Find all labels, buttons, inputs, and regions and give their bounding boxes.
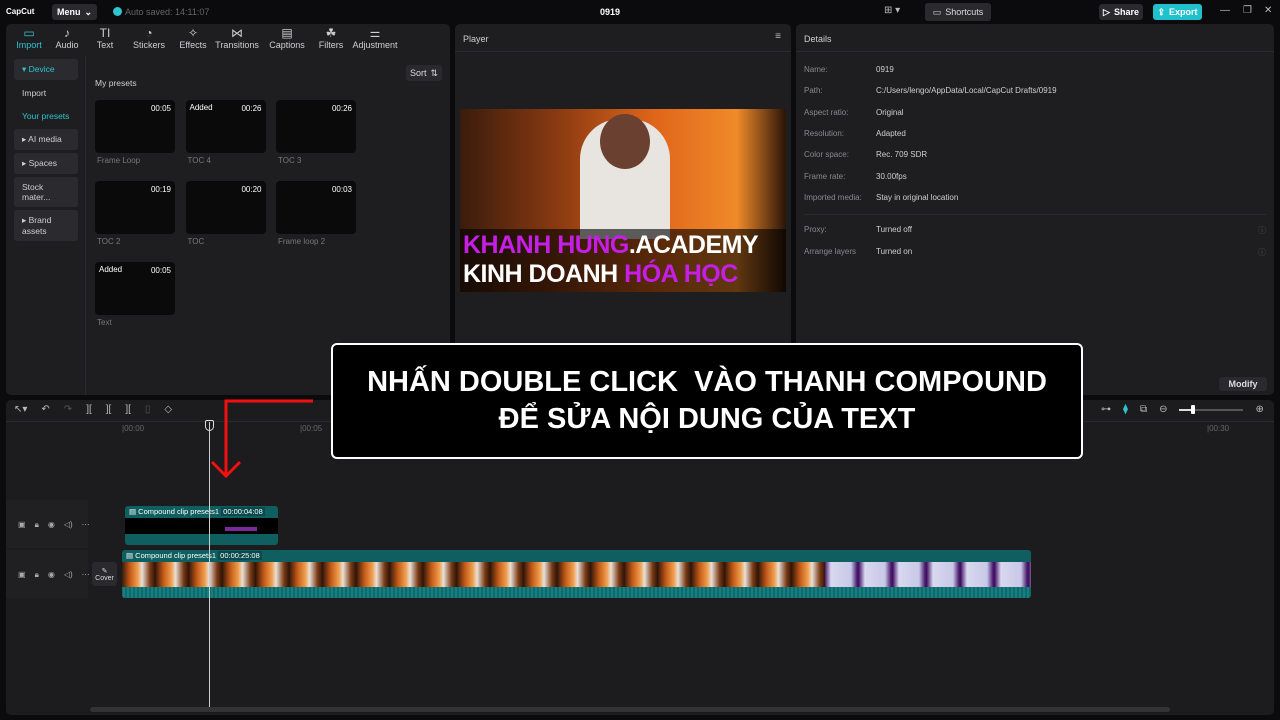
instruction-overlay: NHẤN DOUBLE CLICK VÀO THANH COMPOUND ĐỂ … (331, 343, 1083, 459)
overlay-line: ĐỂ SỬA NỘI DUNG CỦA TEXT (498, 403, 916, 435)
overlay-line: NHẤN DOUBLE CLICK VÀO THANH COMPOUND (367, 366, 1047, 398)
